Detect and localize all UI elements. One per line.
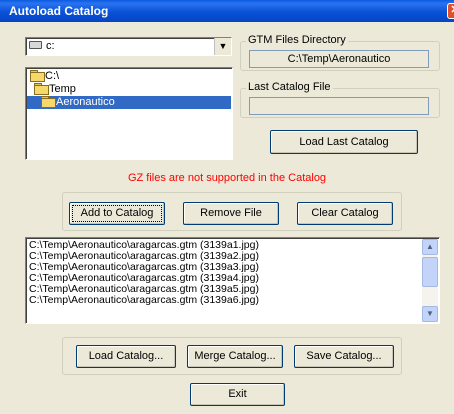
gtm-files-directory-field: C:\Temp\Aeronautico bbox=[249, 50, 429, 68]
directory-item-temp[interactable]: Temp bbox=[34, 83, 76, 96]
add-to-catalog-button[interactable]: Add to Catalog bbox=[69, 202, 165, 225]
gtm-files-directory-label: GTM Files Directory bbox=[246, 34, 348, 46]
title-bar[interactable]: Autoload Catalog ✕ bbox=[0, 0, 454, 22]
drive-select-value: c: bbox=[46, 40, 55, 52]
load-catalog-button[interactable]: Load Catalog... bbox=[76, 345, 176, 368]
vertical-scrollbar[interactable]: ▲ ▼ bbox=[422, 239, 438, 322]
drive-icon bbox=[29, 41, 42, 49]
list-item[interactable]: C:\Temp\Aeronautico\aragarcas.gtm (3139a… bbox=[26, 295, 439, 306]
gz-files-notice: GZ files are not supported in the Catalo… bbox=[127, 172, 327, 184]
clear-catalog-button[interactable]: Clear Catalog bbox=[297, 202, 393, 225]
save-catalog-button[interactable]: Save Catalog... bbox=[294, 345, 394, 368]
directory-list[interactable]: C:\ Temp Aeronautico bbox=[25, 67, 233, 160]
merge-catalog-button[interactable]: Merge Catalog... bbox=[187, 345, 283, 368]
autoload-catalog-dialog: Autoload Catalog ✕ c: ▼ C:\ Temp Aeronau… bbox=[0, 0, 454, 414]
remove-file-button[interactable]: Remove File bbox=[183, 202, 279, 225]
last-catalog-file-field bbox=[249, 97, 429, 115]
exit-button[interactable]: Exit bbox=[190, 383, 285, 406]
folder-open-icon bbox=[41, 96, 56, 108]
catalog-file-list[interactable]: C:\Temp\Aeronautico\aragarcas.gtm (3139a… bbox=[25, 237, 440, 324]
scroll-up-icon[interactable]: ▲ bbox=[422, 239, 438, 255]
close-icon: ✕ bbox=[450, 4, 454, 16]
folder-open-icon bbox=[34, 83, 49, 95]
directory-item-root[interactable]: C:\ bbox=[30, 70, 59, 83]
chevron-down-icon[interactable]: ▼ bbox=[214, 38, 231, 55]
folder-open-icon bbox=[30, 70, 45, 82]
window-title: Autoload Catalog bbox=[9, 4, 109, 18]
scroll-thumb[interactable] bbox=[422, 257, 438, 287]
drive-select[interactable]: c: ▼ bbox=[25, 37, 232, 56]
close-button[interactable]: ✕ bbox=[447, 3, 454, 19]
scroll-down-icon[interactable]: ▼ bbox=[422, 306, 438, 322]
last-catalog-file-label: Last Catalog File bbox=[246, 81, 333, 93]
load-last-catalog-button[interactable]: Load Last Catalog bbox=[270, 130, 418, 154]
directory-item-aeronautico[interactable]: Aeronautico bbox=[27, 96, 231, 109]
